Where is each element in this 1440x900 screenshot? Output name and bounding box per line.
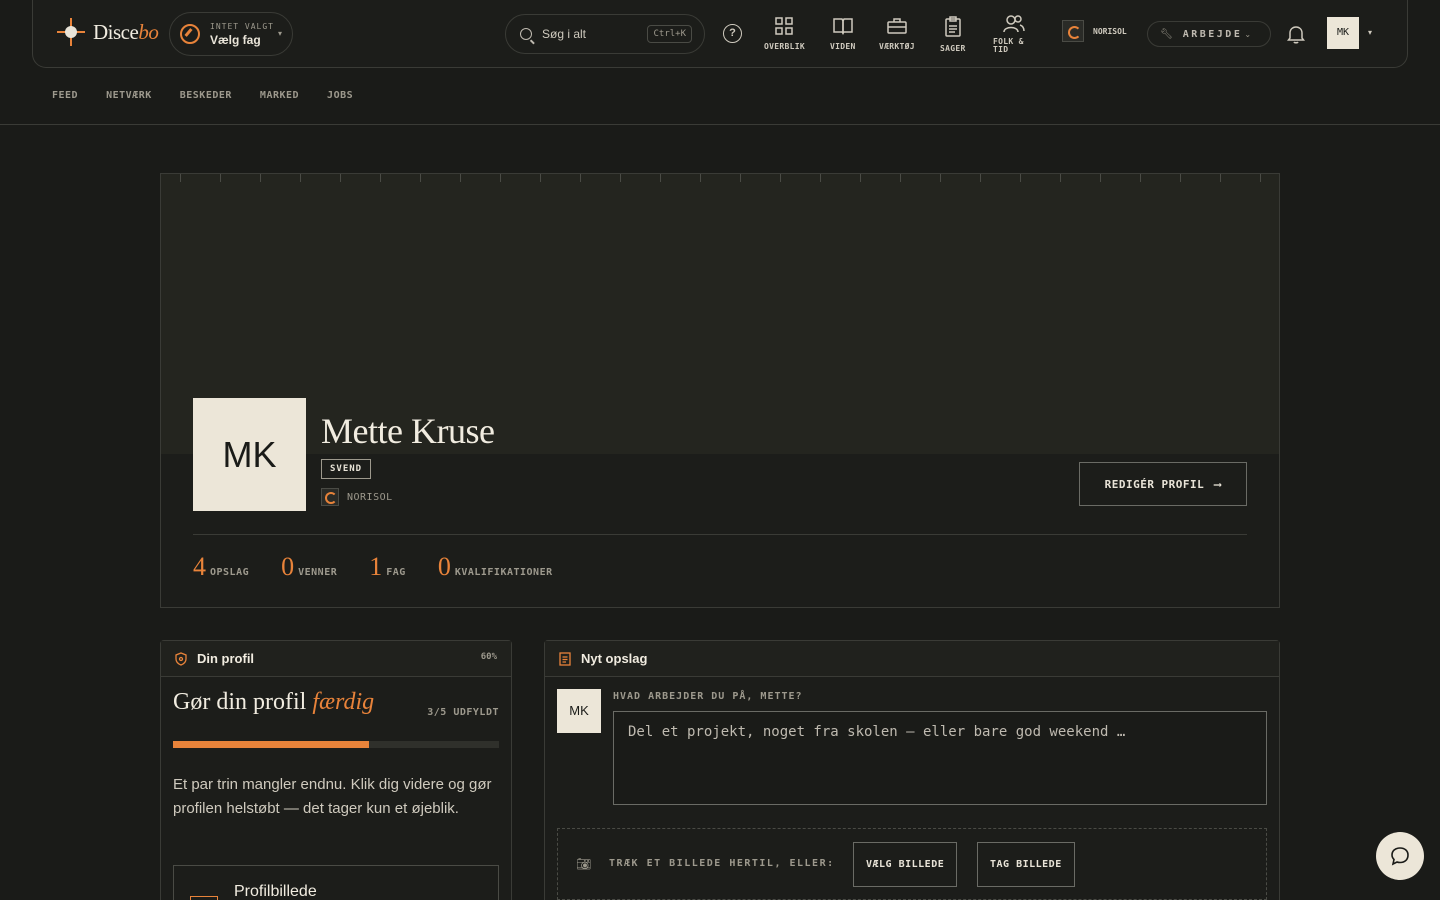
nav-sager[interactable]: SAGER — [940, 16, 966, 53]
compass-icon — [180, 24, 200, 44]
card-title: Din profil — [197, 651, 255, 666]
stat-opslag[interactable]: 4 OPSLAG — [193, 552, 249, 582]
stat-value: 1 — [369, 552, 383, 581]
search-placeholder: Søg i alt — [542, 27, 587, 41]
subnav-netvaerk[interactable]: NETVÆRK — [106, 90, 152, 101]
completion-heading: Gør din profil færdig — [173, 689, 375, 715]
stat-venner[interactable]: 0 VENNER — [281, 552, 337, 582]
clipboard-icon — [945, 16, 961, 37]
chevron-down-icon: ▾ — [277, 29, 282, 38]
stat-label: KVALIFIKATIONER — [454, 567, 553, 578]
camera-icon: 📷︎ — [576, 857, 592, 871]
help-icon[interactable]: ? — [723, 24, 742, 43]
notifications-bell-icon[interactable] — [1287, 24, 1305, 49]
user-avatar[interactable]: MK — [1327, 17, 1359, 49]
chat-bubble-icon — [1391, 847, 1409, 866]
subnav-feed[interactable]: FEED — [52, 90, 78, 101]
profile-avatar[interactable]: MK — [193, 398, 306, 511]
post-textarea[interactable]: Del et projekt, noget fra skolen — eller… — [613, 711, 1267, 805]
dropzone-text: TRÆK ET BILLEDE HERTIL, ELLER: — [609, 858, 835, 869]
grid-icon — [775, 17, 794, 35]
mode-selector[interactable]: 🔧︎ ARBEJDE ⌄ — [1147, 21, 1271, 47]
sub-navigation: FEED NETVÆRK BESKEDER MARKED JOBS — [52, 90, 353, 101]
completion-description: Et par trin mangler endnu. Klik dig vide… — [173, 776, 492, 817]
stat-fag[interactable]: 1 FAG — [369, 552, 406, 582]
completion-count: 3/5 UDFYLDT — [427, 707, 499, 718]
profile-stats: 4 OPSLAG 0 VENNER 1 FAG 0 KVALIFIKATIONER — [193, 552, 553, 582]
briefcase-icon — [887, 18, 907, 34]
book-icon — [833, 18, 853, 35]
new-post-card: Nyt opslag MK HVAD ARBEJDER DU PÅ, METTE… — [544, 640, 1280, 900]
card-header: Nyt opslag — [545, 641, 1279, 677]
subject-label: Vælg fag — [210, 32, 261, 47]
edit-profile-button[interactable]: REDIGÉR PROFIL ⟶ — [1079, 462, 1247, 506]
arrow-right-icon: ⟶ — [1214, 477, 1222, 491]
post-placeholder: Del et projekt, noget fra skolen — eller… — [628, 724, 1126, 740]
logo[interactable]: Discebo — [57, 18, 159, 46]
divider — [0, 124, 1440, 125]
profile-header-card: MK Mette Kruse SVEND NORISOL REDIGÉR PRO… — [160, 173, 1280, 608]
caret-down-icon[interactable]: ▾ — [1368, 28, 1372, 37]
profile-name: Mette Kruse — [321, 411, 495, 451]
people-icon — [1003, 15, 1025, 33]
company-logo-icon — [321, 488, 339, 506]
logo-icon — [57, 18, 85, 46]
post-author-avatar: MK — [557, 689, 601, 733]
company-name: NORISOL — [347, 491, 393, 503]
role-badge: SVEND — [321, 459, 372, 479]
image-icon — [190, 896, 218, 900]
subnav-beskeder[interactable]: BESKEDER — [180, 90, 232, 101]
search-input[interactable]: Søg i alt Ctrl+K — [505, 14, 705, 54]
subnav-marked[interactable]: MARKED — [260, 90, 299, 101]
nav-viden[interactable]: VIDEN — [830, 16, 856, 51]
search-shortcut: Ctrl+K — [647, 25, 692, 43]
shield-icon — [175, 651, 187, 666]
document-icon — [559, 651, 571, 666]
nav-vaerktoj[interactable]: VÆRKTØJ — [879, 16, 915, 51]
subnav-jobs[interactable]: JOBS — [327, 90, 353, 101]
subject-status: INTET VALGT — [210, 21, 274, 31]
cover-ruler — [161, 174, 1279, 182]
progress-fill — [173, 741, 369, 748]
stat-label: OPSLAG — [210, 567, 250, 578]
top-bar: Discebo INTET VALGT Vælg fag ▾ Søg i alt… — [32, 0, 1408, 68]
stat-value: 4 — [193, 552, 206, 581]
completion-progress-bar — [173, 741, 499, 748]
company-name: NORISOL — [1093, 26, 1127, 36]
step-label: Profilbillede — [234, 883, 317, 900]
company-logo-icon — [1062, 20, 1084, 42]
nav-overblik[interactable]: OVERBLIK — [764, 16, 805, 51]
subject-selector[interactable]: INTET VALGT Vælg fag ▾ — [169, 12, 293, 56]
nav-label: SAGER — [940, 44, 966, 53]
chat-button[interactable] — [1376, 832, 1424, 880]
wrench-icon: 🔧︎ — [1160, 28, 1173, 40]
divider — [193, 534, 1247, 535]
company-switcher[interactable]: NORISOL — [1062, 20, 1127, 42]
mode-label: ARBEJDE — [1182, 28, 1243, 40]
stat-value: 0 — [437, 552, 451, 581]
image-dropzone[interactable]: 📷︎ TRÆK ET BILLEDE HERTIL, ELLER: VÆLG B… — [557, 828, 1267, 900]
nav-folk-tid[interactable]: FOLK & TID — [993, 14, 1025, 54]
stat-label: VENNER — [298, 567, 338, 578]
profile-company[interactable]: NORISOL — [321, 488, 393, 506]
nav-label: VÆRKTØJ — [879, 42, 915, 51]
card-header: Din profil — [161, 641, 511, 677]
card-title: Nyt opslag — [581, 651, 648, 666]
post-prompt: HVAD ARBEJDER DU PÅ, METTE? — [613, 691, 803, 702]
nav-label-line2: TID — [993, 45, 1009, 54]
step-profile-picture[interactable]: Profilbillede — [173, 865, 499, 900]
search-icon — [520, 28, 532, 40]
edit-profile-label: REDIGÉR PROFIL — [1104, 477, 1205, 491]
stat-kvalifikationer[interactable]: 0 KVALIFIKATIONER — [438, 552, 553, 582]
completion-percent: 60% — [480, 652, 497, 662]
profile-completion-card: Din profil 60% Gør din profil færdig 3/5… — [160, 640, 512, 900]
choose-image-button[interactable]: VÆLG BILLEDE — [853, 842, 958, 887]
stat-label: FAG — [386, 567, 406, 578]
stat-value: 0 — [281, 552, 295, 581]
chevron-down-icon: ⌄ — [1244, 29, 1252, 39]
nav-label: OVERBLIK — [764, 42, 805, 51]
nav-label: VIDEN — [830, 42, 856, 51]
logo-text: Discebo — [93, 19, 159, 44]
take-photo-button[interactable]: TAG BILLEDE — [977, 842, 1075, 887]
